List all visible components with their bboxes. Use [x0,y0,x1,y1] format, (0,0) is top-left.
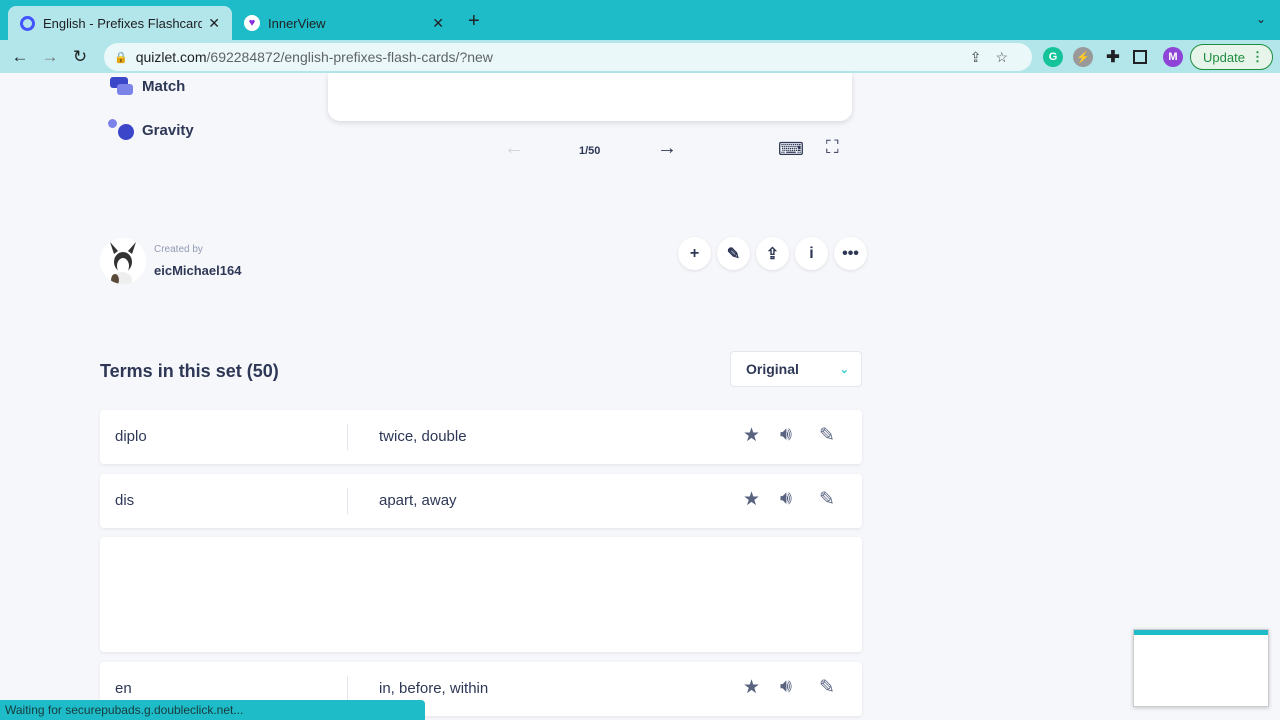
audio-icon[interactable]: 🔊︎ [780,424,792,446]
edit-icon[interactable]: ✎ [819,488,835,511]
share-icon[interactable]: ⇪ [970,49,996,65]
term: diplo [115,428,147,445]
edit-icon[interactable]: ✎ [819,424,835,447]
creator-avatar[interactable] [100,238,146,284]
chevron-down-icon: ⌄ [839,363,849,376]
grammarly-extension-icon[interactable]: G [1043,47,1063,67]
info-icon[interactable]: i [795,237,828,270]
profile-avatar[interactable]: M [1163,47,1183,67]
page-content: Match Gravity ← 1/50 → ⌨ ⛶ Created by ei… [0,73,1280,720]
audio-icon[interactable]: 🔊︎ [780,488,792,510]
definition: in, before, within [379,680,489,697]
fullscreen-icon[interactable]: ⛶ [826,137,839,158]
menu-dots-icon[interactable]: ⋮ [1251,49,1264,65]
new-tab-button[interactable]: + [468,10,480,33]
bookmark-star-icon[interactable]: ☆ [995,49,1022,65]
ad-placeholder [100,537,862,652]
study-mode-gravity[interactable]: Gravity [108,119,194,140]
update-button[interactable]: Update ⋮ [1190,44,1273,70]
terms-heading: Terms in this set (50) [100,361,279,381]
mode-label: Gravity [142,121,194,139]
tab-search-chevron-icon[interactable]: ⌄ [1256,12,1266,26]
term-row: dis apart, away ★ 🔊︎ ✎ [100,474,862,528]
audio-icon[interactable]: 🔊︎ [780,676,792,698]
dog-avatar-icon [110,242,136,284]
innerview-logo-icon: ♥ [244,15,260,31]
tab-title: InnerView [268,15,326,31]
next-card-button[interactable]: → [657,137,677,160]
page-preview-thumbnail[interactable] [1133,629,1269,707]
set-actions: + ✎ ⇪ i ••• [678,237,867,270]
definition: twice, double [379,428,467,445]
forward-icon[interactable]: → [35,47,65,67]
created-by-label: Created by [154,244,203,255]
term-row: diplo twice, double ★ 🔊︎ ✎ [100,410,862,464]
close-tab-icon[interactable]: ✕ [208,15,220,32]
tab-quizlet[interactable]: English - Prefixes Flashcards | ✕ [8,6,232,40]
reload-icon[interactable]: ↻ [65,47,95,67]
url-path: /692284872/english-prefixes-flash-cards/… [206,49,493,65]
update-label: Update [1203,49,1245,65]
extensions-puzzle-icon[interactable]: ✚ [1103,47,1123,67]
status-bar: Waiting for securepubads.g.doubleclick.n… [0,700,425,720]
address-bar[interactable]: 🔒 quizlet.com/692284872/english-prefixes… [104,43,1032,71]
share-icon[interactable]: ⇪ [756,237,789,270]
close-tab-icon[interactable]: ✕ [432,15,444,32]
url-domain: quizlet.com [135,49,207,65]
card-counter: 1/50 [579,145,601,157]
add-button[interactable]: + [678,237,711,270]
star-icon[interactable]: ★ [743,676,760,699]
lock-icon: 🔒 [114,51,128,64]
keyboard-shortcuts-icon[interactable]: ⌨ [778,139,804,160]
more-options-icon[interactable]: ••• [834,237,867,270]
tab-innerview[interactable]: ♥ InnerView ✕ [232,6,456,40]
back-icon[interactable]: ← [5,47,35,67]
term: dis [115,492,135,509]
sort-select[interactable]: Original ⌄ [730,351,862,387]
edit-icon[interactable]: ✎ [717,237,750,270]
quizlet-logo-icon [20,15,35,31]
edit-icon[interactable]: ✎ [819,676,835,699]
creator-username[interactable]: eicMichael164 [154,263,241,278]
gravity-icon [108,119,134,140]
tab-strip: English - Prefixes Flashcards | ✕ ♥ Inne… [0,0,1280,40]
tab-title: English - Prefixes Flashcards | [43,15,203,31]
term: en [115,680,132,697]
extension-icon[interactable]: ⚡ [1073,47,1093,67]
star-icon[interactable]: ★ [743,488,760,511]
flashcard[interactable] [328,73,852,121]
side-panel-icon[interactable] [1133,50,1147,64]
match-icon [108,76,134,96]
mode-label: Match [142,77,186,95]
definition: apart, away [379,492,457,509]
previous-card-button[interactable]: ← [504,137,524,160]
sort-selected: Original [746,361,799,377]
star-icon[interactable]: ★ [743,424,760,447]
study-mode-match[interactable]: Match [108,76,185,96]
